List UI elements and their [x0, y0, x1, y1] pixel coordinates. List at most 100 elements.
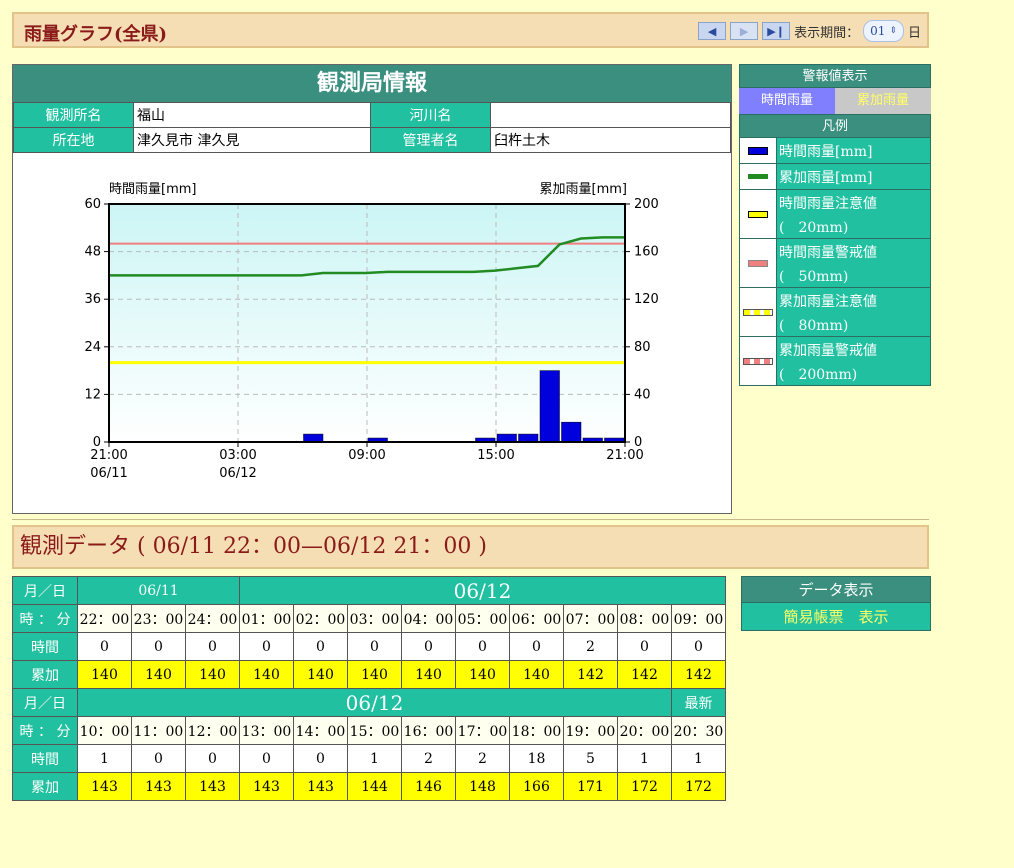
- alarm-sidebar: 警報値表示 時間雨量 累加雨量 凡例 時間雨量[mm] 累加雨量[mm] 時間雨…: [739, 64, 931, 386]
- data-cell: 166: [509, 772, 564, 801]
- data-cell: 15：00: [347, 716, 402, 745]
- data-cell: 0: [347, 632, 402, 661]
- data-cell: 1: [671, 744, 726, 773]
- period-value: 01: [870, 24, 886, 38]
- data-cell: 142: [617, 660, 672, 689]
- data-cell: 140: [77, 660, 132, 689]
- prev-button[interactable]: ◀: [698, 22, 727, 40]
- legend-label: 時間雨量注意値: [779, 196, 877, 212]
- legend-swatch-cum-caution: [743, 308, 773, 316]
- x-tick-label: 03:00: [219, 448, 256, 463]
- data-cell: 140: [131, 660, 186, 689]
- rainfall-chart: 時間雨量[mm] 累加雨量[mm] 0 12 24 36 48 60 0 40 80 120 160…: [13, 155, 731, 515]
- arrow-right-icon: ▶: [739, 24, 749, 38]
- arrow-left-icon: ◀: [707, 24, 717, 38]
- hourly-bar: [518, 433, 539, 443]
- data-cell: 11：00: [131, 716, 186, 745]
- data-cell: 140: [401, 660, 456, 689]
- data-cell: 0: [239, 744, 294, 773]
- rainfall-chart-svg: 時間雨量[mm] 累加雨量[mm] 0122436486004080120160…: [84, 182, 659, 481]
- legend-swatch-hourly-caution: [748, 210, 768, 218]
- row-label: 月／日: [12, 576, 78, 605]
- data-cell: 171: [563, 772, 618, 801]
- row-label: 月／日: [12, 688, 78, 717]
- data-cell: 17：00: [455, 716, 510, 745]
- hourly-bar: [539, 370, 560, 443]
- data-cell: 146: [401, 772, 456, 801]
- y-tick-label: 24: [84, 340, 101, 355]
- date-cell: 06/12: [239, 576, 726, 605]
- data-cell: 140: [455, 660, 510, 689]
- y2-tick-label: 200: [634, 197, 659, 212]
- legend-value: ( 200mm): [779, 367, 858, 383]
- data-cell: 2: [401, 744, 456, 773]
- legend-item-cum-warning: 累加雨量警戒値 ( 200mm): [739, 337, 931, 386]
- river-value: [490, 102, 731, 128]
- legend-label: 時間雨量[mm]: [779, 144, 873, 160]
- data-cell: 02：00: [293, 604, 348, 633]
- data-cell: 140: [239, 660, 294, 689]
- legend-swatch-hourly: [748, 146, 768, 155]
- data-cell: 0: [509, 632, 564, 661]
- legend-item-hourly-warning: 時間雨量警戒値 ( 50mm): [739, 239, 931, 288]
- data-cell: 03：00: [347, 604, 402, 633]
- legend-label: 累加雨量警戒値: [779, 343, 877, 359]
- legend-swatch-cum-warning: [743, 357, 773, 365]
- data-cell: 09：00: [671, 604, 726, 633]
- station-title: 観測局情報: [13, 65, 731, 102]
- x-tick-date: 06/12: [219, 466, 256, 481]
- data-cell: 0: [185, 632, 240, 661]
- x-tick-label: 15:00: [477, 448, 514, 463]
- data-cell: 143: [185, 772, 240, 801]
- data-cell: 07：00: [563, 604, 618, 633]
- period-select[interactable]: 01 ⇕: [863, 20, 904, 42]
- data-cell: 148: [455, 772, 510, 801]
- data-display-box: データ表示 簡易帳票 表示: [741, 576, 931, 631]
- data-cell: 140: [509, 660, 564, 689]
- date-cell: 06/11: [77, 576, 240, 605]
- y-tick-label: 36: [84, 292, 101, 307]
- data-cell: 22：00: [77, 604, 132, 633]
- observation-title: 観測データ ( 06/11 22：00—06/12 21：00 ): [20, 534, 487, 559]
- observation-header: 観測データ ( 06/11 22：00—06/12 21：00 ): [12, 525, 929, 569]
- page-header: 雨量グラフ(全県) ◀ ▶ ▶❙ 表示期間： 01 ⇕ 日: [12, 12, 929, 48]
- data-cell: 1: [617, 744, 672, 773]
- data-cell: 0: [293, 744, 348, 773]
- legend-item-hourly-caution: 時間雨量注意値 ( 20mm): [739, 190, 931, 239]
- data-cell: 0: [293, 632, 348, 661]
- time-row: 時 ： 分 10：00 11：00 12：00 13：00 14：00 15：00 16：0…: [12, 716, 726, 745]
- data-cell: 0: [131, 744, 186, 773]
- legend-swatch-hourly-warning: [748, 259, 768, 267]
- next-button[interactable]: ▶: [730, 22, 759, 40]
- data-cell: 04：00: [401, 604, 456, 633]
- row-label: 時 ： 分: [12, 604, 78, 633]
- date-cell: 06/12: [77, 688, 672, 717]
- legend-value: ( 20mm): [779, 220, 849, 236]
- date-row: 月／日 06/12 最新: [12, 688, 726, 717]
- data-cell: 172: [617, 772, 672, 801]
- hourly-bar: [303, 433, 324, 443]
- cumulative-row: 累加 140 140 140 140 140 140 140 140 140 142 142 142: [12, 660, 726, 689]
- legend-value: ( 50mm): [779, 269, 849, 285]
- simple-report-link[interactable]: 簡易帳票 表示: [741, 603, 931, 631]
- legend-item-cumulative: 累加雨量[mm]: [739, 164, 931, 190]
- data-cell: 140: [185, 660, 240, 689]
- data-cell: 172: [671, 772, 726, 801]
- skip-end-icon: ▶❙: [767, 24, 785, 38]
- hourly-row: 時間 1 0 0 0 0 1 2 2 18 5 1 1: [12, 744, 726, 773]
- data-cell: 14：00: [293, 716, 348, 745]
- toggle-hourly[interactable]: 時間雨量: [739, 88, 835, 114]
- data-cell: 0: [617, 632, 672, 661]
- legend-label: 時間雨量警戒値: [779, 245, 877, 261]
- data-cell: 24：00: [185, 604, 240, 633]
- data-cell: 0: [131, 632, 186, 661]
- latest-button[interactable]: ▶❙: [762, 22, 791, 40]
- data-cell: 5: [563, 744, 618, 773]
- station-name-label: 観測所名: [13, 102, 134, 128]
- data-cell: 142: [671, 660, 726, 689]
- toggle-cumulative[interactable]: 累加雨量: [835, 88, 931, 114]
- hourly-bar: [561, 421, 582, 443]
- period-controls: ◀ ▶ ▶❙ 表示期間： 01 ⇕ 日: [698, 20, 921, 42]
- period-unit: 日: [907, 25, 921, 41]
- section-divider: [12, 519, 929, 520]
